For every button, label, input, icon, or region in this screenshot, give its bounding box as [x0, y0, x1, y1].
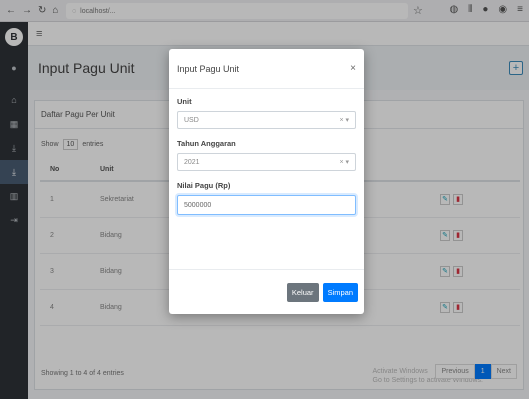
modal-footer: Keluar Simpan [169, 269, 364, 314]
nilai-group: Nilai Pagu (Rp) 5000000 [177, 181, 356, 215]
unit-group: Unit USD × ▾ [177, 97, 356, 129]
modal-body: Unit USD × ▾ Tahun Anggaran 2021 × ▾ Nil… [169, 89, 364, 215]
tahun-group: Tahun Anggaran 2021 × ▾ [177, 139, 356, 171]
modal-title: Input Pagu Unit [177, 63, 240, 74]
input-pagu-modal: Input Pagu Unit × Unit USD × ▾ Tahun Ang… [169, 49, 364, 314]
unit-select[interactable]: USD × ▾ [177, 111, 356, 129]
modal-header: Input Pagu Unit × [169, 49, 364, 89]
nilai-label: Nilai Pagu (Rp) [177, 181, 231, 190]
tahun-label: Tahun Anggaran [177, 139, 236, 148]
clear-chevron-icon[interactable]: × ▾ [339, 116, 349, 124]
nilai-pagu-input[interactable]: 5000000 [177, 195, 356, 215]
cancel-button[interactable]: Keluar [286, 282, 319, 302]
tahun-value: 2021 [184, 158, 200, 166]
unit-label: Unit [177, 97, 192, 106]
save-button[interactable]: Simpan [322, 282, 358, 302]
unit-value: USD [184, 116, 199, 124]
clear-chevron-icon[interactable]: × ▾ [339, 158, 349, 166]
tahun-select[interactable]: 2021 × ▾ [177, 153, 356, 171]
close-icon[interactable]: × [350, 63, 356, 74]
